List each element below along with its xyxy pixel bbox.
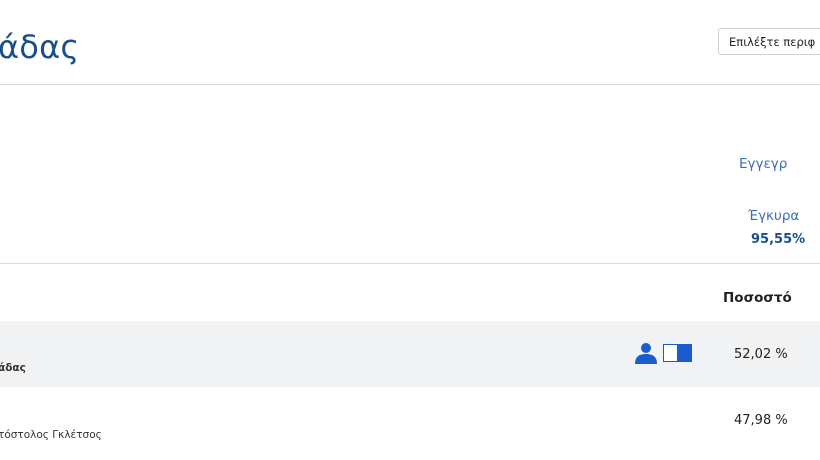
table-row[interactable]: άδας 52,02 % — [0, 321, 820, 387]
valid-votes-label: Έγκυρα — [748, 208, 800, 224]
header-divider — [0, 84, 820, 85]
page: άδας Επιλέξτε περιφ Εγγεγρ Έγκυρα 95,55%… — [0, 0, 820, 460]
table-row[interactable]: τόστολος Γκλέτσος 47,98 % — [0, 387, 820, 453]
seat-icon — [663, 344, 692, 362]
percent-column-header: Ποσοστό — [723, 290, 792, 306]
valid-votes-value: 95,55% — [751, 232, 806, 247]
summary-divider — [0, 263, 820, 264]
candidate-percent: 47,98 % — [734, 413, 788, 428]
candidate-name: άδας — [0, 362, 26, 374]
region-select[interactable]: Επιλέξτε περιφ — [718, 28, 820, 55]
candidate-percent: 52,02 % — [734, 347, 788, 362]
page-title: άδας — [0, 28, 80, 66]
person-icon — [634, 342, 658, 364]
registered-voters-label: Εγγεγρ — [739, 156, 788, 172]
candidate-name: τόστολος Γκλέτσος — [0, 429, 102, 441]
